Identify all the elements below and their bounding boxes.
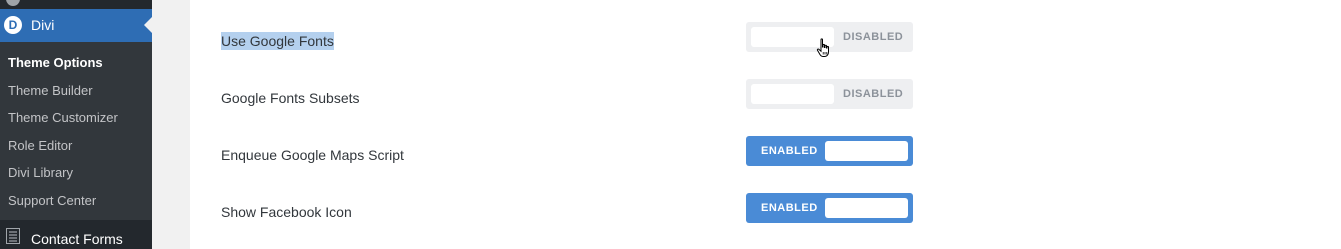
toggle-state-label: ENABLED [761, 202, 818, 214]
submenu-item-theme-builder[interactable]: Theme Builder [8, 83, 93, 98]
submenu-item-divi-library[interactable]: Divi Library [8, 165, 73, 180]
toggle-knob [825, 141, 908, 161]
submenu-item-role-editor[interactable]: Role Editor [8, 138, 72, 153]
admin-sidebar: D Divi Theme Options Theme Builder Theme… [0, 0, 152, 249]
divi-submenu: Theme Options Theme Builder Theme Custom… [0, 42, 152, 220]
setting-label-use-google-fonts: Use Google Fonts [221, 32, 334, 50]
submenu-item-theme-customizer[interactable]: Theme Customizer [8, 110, 118, 125]
setting-label-show-facebook-icon: Show Facebook Icon [221, 204, 352, 220]
sidebar-item-contact-forms[interactable]: Contact Forms [0, 226, 152, 249]
divi-logo-icon: D [4, 16, 22, 34]
setting-label-enqueue-google-maps-script: Enqueue Google Maps Script [221, 147, 404, 163]
current-menu-arrow [144, 17, 152, 33]
sidebar-item-label: Divi [31, 17, 55, 33]
setting-label-google-fonts-subsets: Google Fonts Subsets [221, 90, 360, 106]
sidebar-item-divi[interactable]: D Divi [0, 9, 152, 42]
toggle-state-label: ENABLED [761, 145, 818, 157]
sidebar-item-label: Contact Forms [31, 231, 123, 247]
contact-forms-icon [6, 228, 20, 244]
toggle-show-facebook-icon[interactable]: ENABLED [746, 193, 913, 223]
toggle-state-label: DISABLED [843, 88, 904, 100]
sidebar-item-previous[interactable] [0, 0, 152, 8]
submenu-item-support-center[interactable]: Support Center [8, 193, 96, 208]
toggle-knob [751, 84, 834, 104]
submenu-item-theme-options[interactable]: Theme Options [8, 55, 103, 70]
toggle-enqueue-google-maps-script[interactable]: ENABLED [746, 136, 913, 166]
toggle-knob [825, 198, 908, 218]
hand-pointer-icon [816, 38, 829, 57]
previous-menu-icon [6, 0, 20, 6]
toggle-state-label: DISABLED [843, 31, 904, 43]
theme-options-panel: Use Google Fonts DISABLED Google Fonts S… [190, 0, 1341, 249]
toggle-google-fonts-subsets[interactable]: DISABLED [746, 79, 913, 109]
